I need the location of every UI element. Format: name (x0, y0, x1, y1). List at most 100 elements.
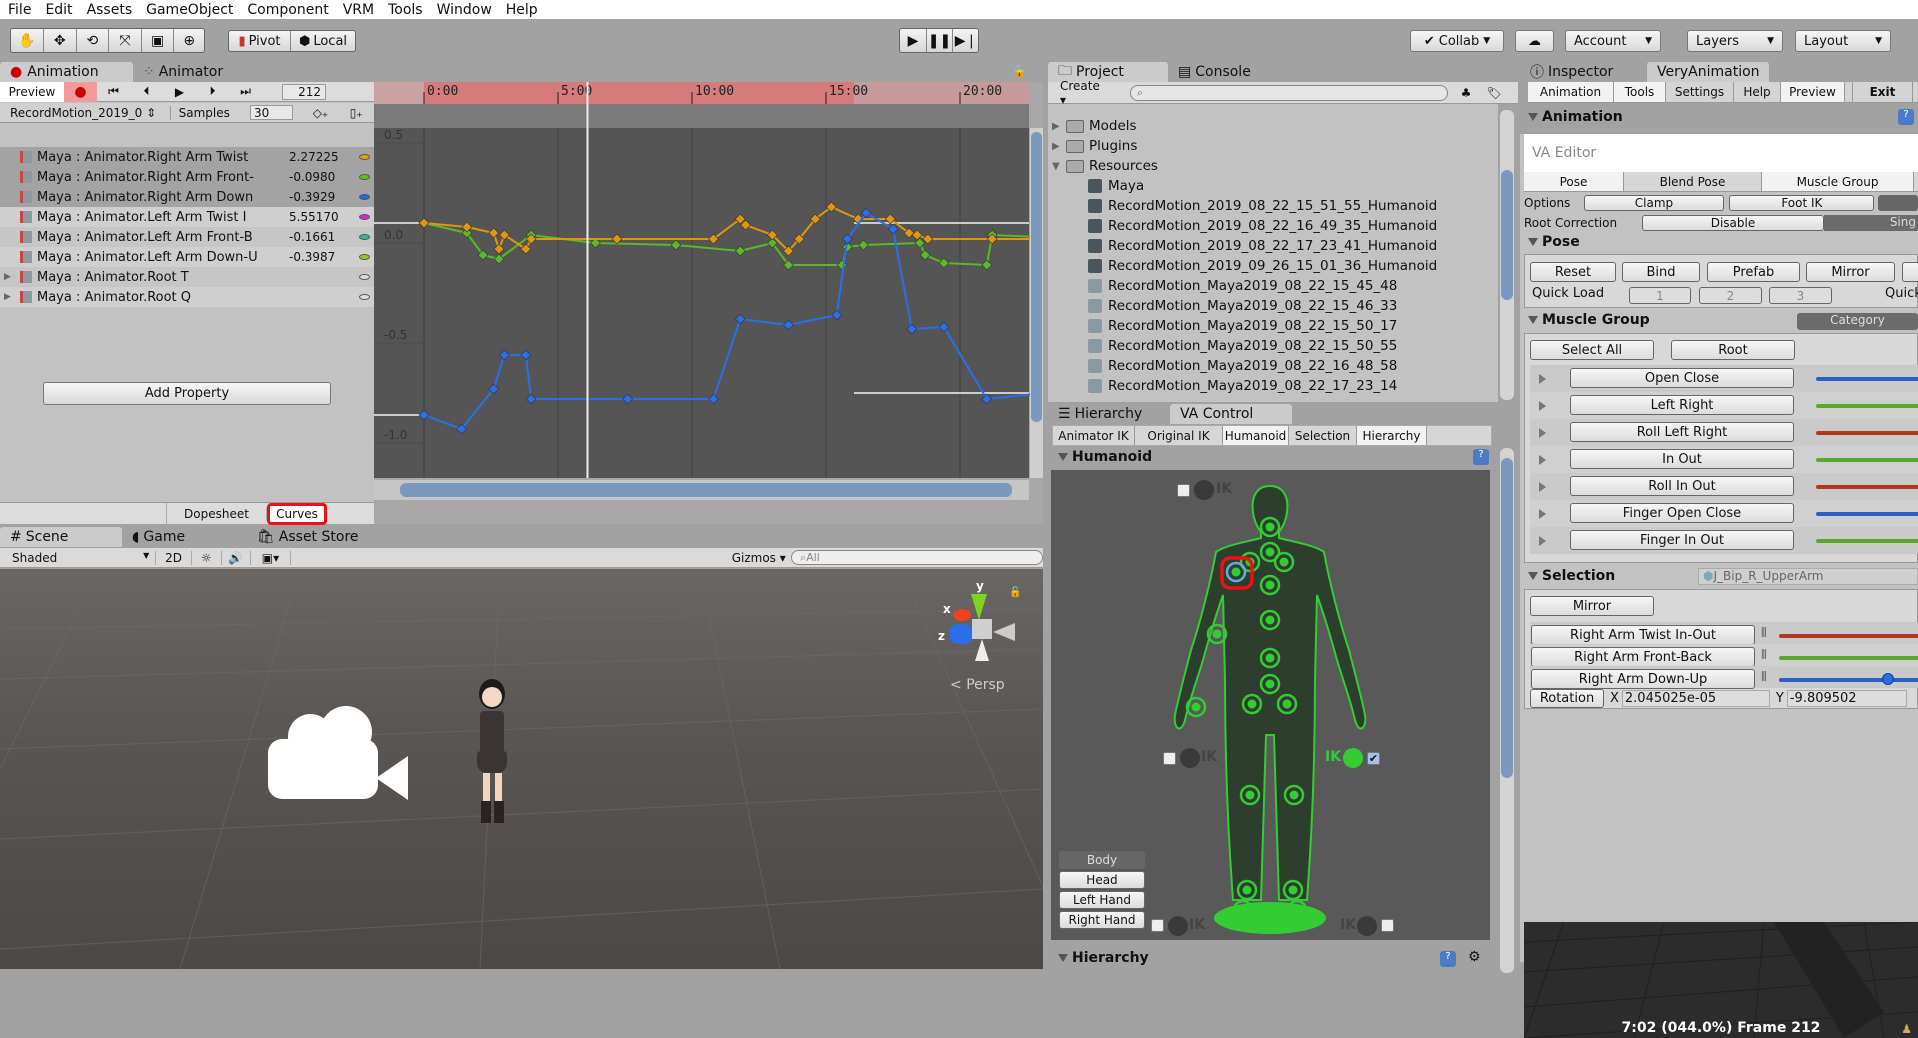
left-hand-ik-checkbox[interactable] (1163, 752, 1176, 765)
expand-icon[interactable] (1539, 400, 1546, 411)
tab-animator[interactable]: ⁘ Animator (133, 62, 233, 82)
gizmos-dropdown[interactable]: Gizmos ▾ (732, 551, 791, 565)
project-item[interactable]: ▶ Models (1048, 116, 1498, 136)
muscle-slider[interactable] (1779, 678, 1918, 682)
property-value[interactable]: -0.3929 (289, 190, 359, 204)
expand-icon[interactable] (1539, 481, 1546, 492)
curve-color-icon[interactable] (359, 194, 370, 200)
property-value[interactable]: -0.1661 (289, 230, 359, 244)
menu-edit[interactable]: Edit (45, 2, 72, 18)
option-toggle-3[interactable] (1878, 195, 1918, 211)
quick-load-1[interactable]: 1 (1629, 287, 1691, 304)
bone-joint-dot[interactable] (1265, 522, 1275, 532)
scene-search-input[interactable]: ⌕All (790, 550, 1043, 565)
va-scroll-thumb[interactable] (1501, 458, 1513, 778)
first-key-button[interactable]: ⏮ (97, 84, 130, 99)
expand-icon[interactable]: ▶ (1052, 141, 1066, 152)
muscle-button[interactable]: Open Close (1570, 368, 1794, 388)
va-tab-animation[interactable]: Animation (1528, 82, 1614, 102)
help-icon[interactable]: ? (1440, 951, 1456, 967)
scene-viewport[interactable]: y x z 🔓 < Persp (0, 569, 1043, 969)
muscle-button[interactable]: Left Right (1570, 395, 1794, 415)
selection-object-field[interactable]: ⬢J_Bip_R_UpperArm (1698, 568, 1918, 585)
expand-icon[interactable] (1539, 508, 1546, 519)
va-subtab[interactable]: Hierarchy (1357, 426, 1427, 445)
tab-curves[interactable]: Curves (267, 502, 327, 525)
lock-icon[interactable]: 🔒 (1012, 64, 1027, 78)
menu-component[interactable]: Component (247, 2, 328, 18)
curve-color-icon[interactable] (359, 294, 370, 300)
prev-key-button[interactable]: ⏴ (130, 84, 163, 99)
filter-label-icon[interactable]: 🏷 (1480, 86, 1508, 100)
last-key-button[interactable]: ⏭ (229, 84, 262, 99)
va-subtab[interactable]: Original IK (1135, 426, 1223, 445)
part-right-hand-button[interactable]: Right Hand (1059, 911, 1145, 929)
project-item[interactable]: RecordMotion_2019_08_22_16_49_35_Humanoi… (1048, 216, 1498, 236)
bone-joint-dot[interactable] (1245, 790, 1255, 800)
tab-veryanimation[interactable]: VeryAnimation (1647, 62, 1769, 82)
animation-preview[interactable]: 7:02 (044.0%) Frame 212 ♟ (1524, 922, 1918, 1038)
local-button[interactable]: ⬢ Local (291, 31, 355, 51)
move-tool-icon[interactable]: ✥ (44, 29, 77, 52)
clamp-toggle[interactable]: Clamp (1583, 195, 1725, 211)
collab-button[interactable]: ✔ Collab ▼ (1410, 30, 1504, 52)
project-scrollbar[interactable] (1500, 110, 1514, 400)
bone-joint-dot[interactable] (1212, 629, 1222, 639)
va-subtab[interactable]: Animator IK (1053, 426, 1135, 445)
left-hand-ik-dot[interactable] (1180, 748, 1200, 768)
muscle-slider[interactable] (1816, 431, 1918, 435)
expand-icon[interactable] (1539, 373, 1546, 384)
project-item[interactable]: RecordMotion_2019_08_22_15_51_55_Humanoi… (1048, 196, 1498, 216)
project-item[interactable]: Maya (1048, 176, 1498, 196)
va-tab-settings[interactable]: Settings (1666, 82, 1734, 102)
property-row[interactable]: Maya : Animator.Right Arm Twist 2.27225 (0, 147, 374, 167)
tab-dopesheet[interactable]: Dopesheet (167, 506, 267, 521)
property-row[interactable]: ▶ Maya : Animator.Root Q (0, 287, 374, 307)
pivot-button[interactable]: ▮ Pivot (229, 31, 291, 51)
bone-joint-dot[interactable] (1282, 699, 1292, 709)
foot-ik-toggle[interactable]: Foot IK (1729, 195, 1875, 211)
property-row[interactable]: ▶ Maya : Animator.Root T (0, 267, 374, 287)
menu-tools[interactable]: Tools (388, 2, 423, 18)
muscle-button[interactable]: Right Arm Twist In-Out (1531, 625, 1755, 645)
help-icon[interactable]: ? (1473, 449, 1489, 465)
help-icon[interactable]: ? (1898, 109, 1914, 125)
rotate-tool-icon[interactable]: ⟲ (77, 29, 110, 52)
rotation-x-field[interactable]: 2.045025e-05 (1621, 689, 1770, 707)
project-search-input[interactable]: ⌕ (1130, 84, 1448, 101)
slider-knob[interactable] (1882, 673, 1894, 685)
selection-mirror-button[interactable]: Mirror (1530, 596, 1654, 616)
add-property-button[interactable]: Add Property (43, 382, 331, 405)
right-foot-ik-dot[interactable] (1357, 916, 1377, 936)
filter-type-icon[interactable]: ♣ (1452, 86, 1480, 100)
expand-icon[interactable]: ▶ (1052, 121, 1066, 132)
bone-joint-dot[interactable] (1265, 615, 1275, 625)
bone-joint-dot[interactable] (1238, 905, 1248, 915)
va-scrollbar[interactable] (1500, 448, 1514, 973)
selection-header[interactable]: Selection (1528, 568, 1615, 584)
bone-joint-dot[interactable] (1265, 547, 1275, 557)
record-button[interactable]: ● (64, 81, 97, 102)
animation-header[interactable]: Animation (1528, 109, 1623, 125)
gear-icon[interactable]: ⚙ (1468, 949, 1481, 965)
head-ik-checkbox[interactable] (1177, 484, 1190, 497)
mode-blend-pose[interactable]: Blend Pose (1624, 172, 1762, 191)
property-value[interactable]: -0.0980 (289, 170, 359, 184)
add-keyframe-icon[interactable]: ◇₊ (303, 106, 339, 120)
mirror-icon[interactable]: ⦀ (1761, 626, 1767, 641)
property-row[interactable]: Maya : Animator.Left Arm Down-U -0.3987 (0, 247, 374, 267)
va-tab-tools[interactable]: Tools (1614, 82, 1666, 102)
expand-icon[interactable] (1539, 454, 1546, 465)
expand-icon[interactable] (1539, 427, 1546, 438)
muscle-slider[interactable] (1816, 404, 1918, 408)
layout-dropdown[interactable]: Layout ▼ (1795, 30, 1891, 52)
category-toggle[interactable]: Category (1797, 313, 1918, 330)
curve-graph[interactable]: 0:00 5:00 10:00 15:00 20:000.50.0-0.5-1.0 (374, 82, 1043, 524)
bone-joint-dot[interactable] (1279, 557, 1289, 567)
pose-reset-button[interactable]: Reset (1530, 262, 1616, 282)
selected-joint-dot[interactable] (1231, 567, 1241, 577)
select-all-button[interactable]: Select All (1530, 340, 1654, 360)
muscle-button[interactable]: Finger Open Close (1570, 503, 1794, 523)
curve-color-icon[interactable] (359, 234, 370, 240)
property-value[interactable]: -0.3987 (289, 250, 359, 264)
